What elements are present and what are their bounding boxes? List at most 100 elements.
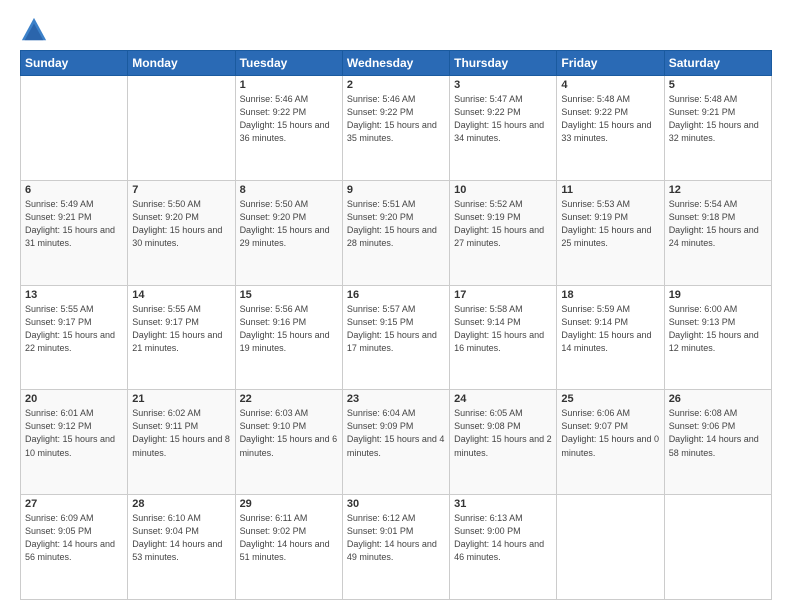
calendar-cell: 1 Sunrise: 5:46 AM Sunset: 9:22 PM Daylig… — [235, 76, 342, 181]
logo-icon — [20, 16, 48, 44]
day-info: Sunrise: 6:06 AM Sunset: 9:07 PM Dayligh… — [561, 407, 659, 459]
calendar-cell: 8 Sunrise: 5:50 AM Sunset: 9:20 PM Daylig… — [235, 180, 342, 285]
calendar-cell: 20 Sunrise: 6:01 AM Sunset: 9:12 PM Dayli… — [21, 390, 128, 495]
calendar-week-row: 1 Sunrise: 5:46 AM Sunset: 9:22 PM Daylig… — [21, 76, 772, 181]
day-number: 9 — [347, 184, 445, 196]
calendar-cell — [128, 76, 235, 181]
day-number: 24 — [454, 393, 552, 405]
day-info: Sunrise: 5:48 AM Sunset: 9:22 PM Dayligh… — [561, 93, 659, 145]
calendar-cell: 21 Sunrise: 6:02 AM Sunset: 9:11 PM Dayli… — [128, 390, 235, 495]
calendar-weekday-tuesday: Tuesday — [235, 51, 342, 76]
day-number: 30 — [347, 498, 445, 510]
day-number: 27 — [25, 498, 123, 510]
calendar-cell: 25 Sunrise: 6:06 AM Sunset: 9:07 PM Dayli… — [557, 390, 664, 495]
day-info: Sunrise: 5:58 AM Sunset: 9:14 PM Dayligh… — [454, 303, 552, 355]
calendar-cell: 11 Sunrise: 5:53 AM Sunset: 9:19 PM Dayli… — [557, 180, 664, 285]
calendar-weekday-thursday: Thursday — [450, 51, 557, 76]
day-number: 19 — [669, 289, 767, 301]
calendar-week-row: 13 Sunrise: 5:55 AM Sunset: 9:17 PM Dayli… — [21, 285, 772, 390]
day-info: Sunrise: 6:00 AM Sunset: 9:13 PM Dayligh… — [669, 303, 767, 355]
logo — [20, 16, 52, 44]
calendar-cell: 18Sunrise: 5:59 AM Sunset: 9:14 PM Dayli… — [557, 285, 664, 390]
calendar-cell: 22 Sunrise: 6:03 AM Sunset: 9:10 PM Dayli… — [235, 390, 342, 495]
calendar-cell — [21, 76, 128, 181]
day-number: 6 — [25, 184, 123, 196]
calendar-week-row: 20 Sunrise: 6:01 AM Sunset: 9:12 PM Dayli… — [21, 390, 772, 495]
day-info: Sunrise: 6:08 AM Sunset: 9:06 PM Dayligh… — [669, 407, 767, 459]
calendar-weekday-friday: Friday — [557, 51, 664, 76]
day-number: 1 — [240, 79, 338, 91]
day-info: Sunrise: 5:47 AM Sunset: 9:22 PM Dayligh… — [454, 93, 552, 145]
day-number: 31 — [454, 498, 552, 510]
day-number: 16 — [347, 289, 445, 301]
day-info: Sunrise: 6:09 AM Sunset: 9:05 PM Dayligh… — [25, 512, 123, 564]
calendar-cell: 28 Sunrise: 6:10 AM Sunset: 9:04 PM Dayli… — [128, 495, 235, 600]
header — [20, 16, 772, 44]
day-number: 2 — [347, 79, 445, 91]
calendar-cell: 6 Sunrise: 5:49 AM Sunset: 9:21 PM Daylig… — [21, 180, 128, 285]
calendar-cell: 3Sunrise: 5:47 AM Sunset: 9:22 PM Daylig… — [450, 76, 557, 181]
day-info: Sunrise: 6:01 AM Sunset: 9:12 PM Dayligh… — [25, 407, 123, 459]
day-number: 12 — [669, 184, 767, 196]
calendar-weekday-sunday: Sunday — [21, 51, 128, 76]
day-info: Sunrise: 5:48 AM Sunset: 9:21 PM Dayligh… — [669, 93, 767, 145]
calendar-cell: 9 Sunrise: 5:51 AM Sunset: 9:20 PM Daylig… — [342, 180, 449, 285]
day-info: Sunrise: 6:04 AM Sunset: 9:09 PM Dayligh… — [347, 407, 445, 459]
day-number: 22 — [240, 393, 338, 405]
day-number: 15 — [240, 289, 338, 301]
day-info: Sunrise: 5:51 AM Sunset: 9:20 PM Dayligh… — [347, 198, 445, 250]
calendar-cell: 31 Sunrise: 6:13 AM Sunset: 9:00 PM Dayli… — [450, 495, 557, 600]
day-info: Sunrise: 5:54 AM Sunset: 9:18 PM Dayligh… — [669, 198, 767, 250]
day-number: 18 — [561, 289, 659, 301]
calendar-cell: 30 Sunrise: 6:12 AM Sunset: 9:01 PM Dayli… — [342, 495, 449, 600]
day-number: 29 — [240, 498, 338, 510]
day-info: Sunrise: 6:10 AM Sunset: 9:04 PM Dayligh… — [132, 512, 230, 564]
day-info: Sunrise: 5:46 AM Sunset: 9:22 PM Dayligh… — [347, 93, 445, 145]
calendar-cell: 24 Sunrise: 6:05 AM Sunset: 9:08 PM Dayli… — [450, 390, 557, 495]
day-number: 4 — [561, 79, 659, 91]
calendar-cell: 10Sunrise: 5:52 AM Sunset: 9:19 PM Dayli… — [450, 180, 557, 285]
calendar-cell: 26 Sunrise: 6:08 AM Sunset: 9:06 PM Dayli… — [664, 390, 771, 495]
calendar-week-row: 27 Sunrise: 6:09 AM Sunset: 9:05 PM Dayli… — [21, 495, 772, 600]
day-number: 11 — [561, 184, 659, 196]
calendar-header-row: SundayMondayTuesdayWednesdayThursdayFrid… — [21, 51, 772, 76]
day-number: 28 — [132, 498, 230, 510]
day-info: Sunrise: 5:50 AM Sunset: 9:20 PM Dayligh… — [132, 198, 230, 250]
day-info: Sunrise: 5:50 AM Sunset: 9:20 PM Dayligh… — [240, 198, 338, 250]
calendar-cell: 27 Sunrise: 6:09 AM Sunset: 9:05 PM Dayli… — [21, 495, 128, 600]
day-info: Sunrise: 6:03 AM Sunset: 9:10 PM Dayligh… — [240, 407, 338, 459]
day-info: Sunrise: 5:53 AM Sunset: 9:19 PM Dayligh… — [561, 198, 659, 250]
day-number: 10 — [454, 184, 552, 196]
day-number: 14 — [132, 289, 230, 301]
day-info: Sunrise: 6:05 AM Sunset: 9:08 PM Dayligh… — [454, 407, 552, 459]
day-info: Sunrise: 6:13 AM Sunset: 9:00 PM Dayligh… — [454, 512, 552, 564]
day-number: 13 — [25, 289, 123, 301]
day-number: 5 — [669, 79, 767, 91]
calendar-weekday-wednesday: Wednesday — [342, 51, 449, 76]
day-info: Sunrise: 5:57 AM Sunset: 9:15 PM Dayligh… — [347, 303, 445, 355]
day-info: Sunrise: 5:46 AM Sunset: 9:22 PM Dayligh… — [240, 93, 338, 145]
calendar-cell — [557, 495, 664, 600]
day-info: Sunrise: 5:55 AM Sunset: 9:17 PM Dayligh… — [25, 303, 123, 355]
day-number: 21 — [132, 393, 230, 405]
calendar-cell: 23 Sunrise: 6:04 AM Sunset: 9:09 PM Dayli… — [342, 390, 449, 495]
day-info: Sunrise: 5:55 AM Sunset: 9:17 PM Dayligh… — [132, 303, 230, 355]
day-number: 26 — [669, 393, 767, 405]
calendar-cell: 14 Sunrise: 5:55 AM Sunset: 9:17 PM Dayli… — [128, 285, 235, 390]
day-number: 23 — [347, 393, 445, 405]
calendar-cell: 15 Sunrise: 5:56 AM Sunset: 9:16 PM Dayli… — [235, 285, 342, 390]
day-info: Sunrise: 6:02 AM Sunset: 9:11 PM Dayligh… — [132, 407, 230, 459]
day-number: 8 — [240, 184, 338, 196]
day-number: 17 — [454, 289, 552, 301]
page: SundayMondayTuesdayWednesdayThursdayFrid… — [0, 0, 792, 612]
day-info: Sunrise: 6:12 AM Sunset: 9:01 PM Dayligh… — [347, 512, 445, 564]
calendar-cell: 16 Sunrise: 5:57 AM Sunset: 9:15 PM Dayli… — [342, 285, 449, 390]
calendar-cell: 2 Sunrise: 5:46 AM Sunset: 9:22 PM Daylig… — [342, 76, 449, 181]
day-number: 20 — [25, 393, 123, 405]
calendar-cell: 12 Sunrise: 5:54 AM Sunset: 9:18 PM Dayli… — [664, 180, 771, 285]
calendar-cell: 29Sunrise: 6:11 AM Sunset: 9:02 PM Dayli… — [235, 495, 342, 600]
day-info: Sunrise: 5:49 AM Sunset: 9:21 PM Dayligh… — [25, 198, 123, 250]
day-number: 25 — [561, 393, 659, 405]
calendar-cell: 13 Sunrise: 5:55 AM Sunset: 9:17 PM Dayli… — [21, 285, 128, 390]
day-info: Sunrise: 5:56 AM Sunset: 9:16 PM Dayligh… — [240, 303, 338, 355]
